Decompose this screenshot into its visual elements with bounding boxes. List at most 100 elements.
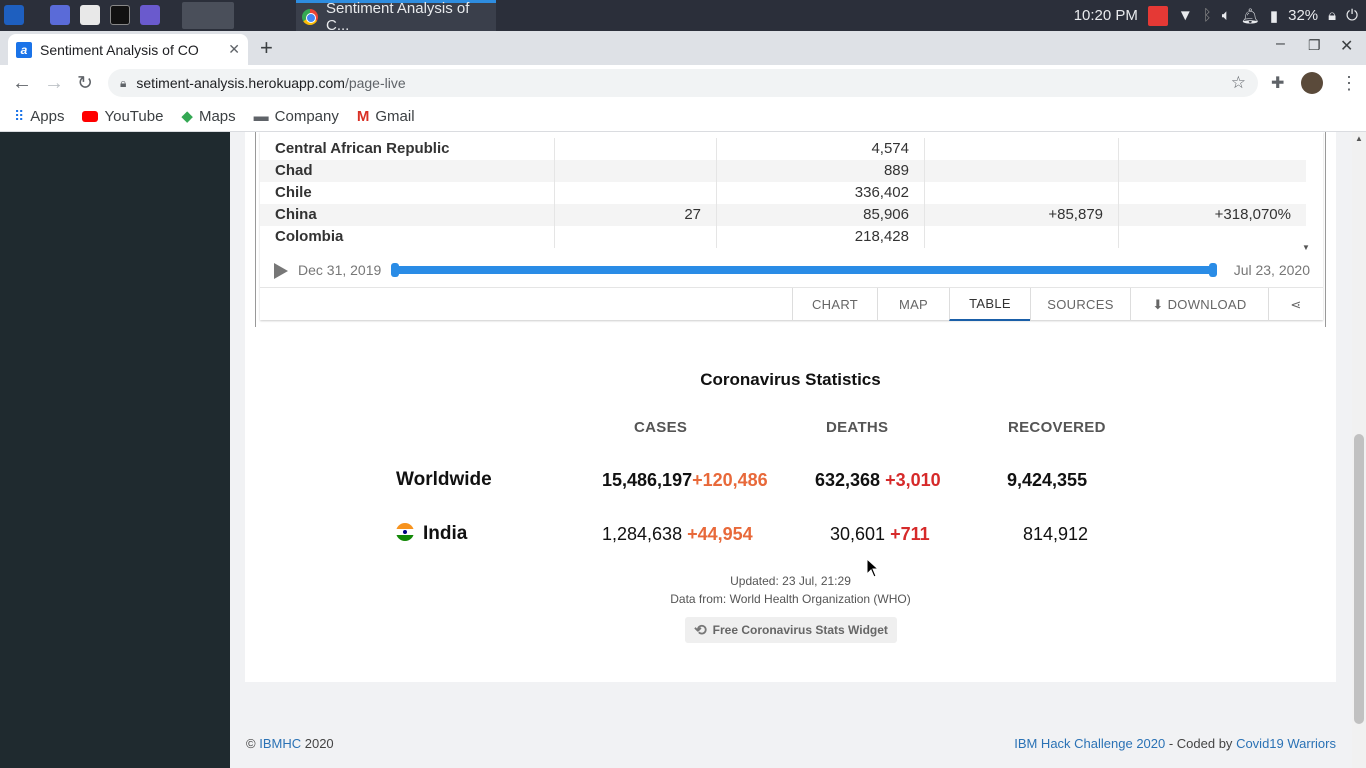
value-cell: 27 (555, 204, 717, 226)
terminal-icon[interactable] (110, 5, 130, 25)
tab-sources[interactable]: SOURCES (1030, 288, 1130, 321)
india-deaths: 30,601 +711 (830, 524, 930, 544)
bookmark-star-icon[interactable]: ☆ (1231, 73, 1246, 93)
anydesk-icon[interactable] (1147, 5, 1168, 26)
bluetooth-icon[interactable]: ᛒ (1203, 7, 1212, 24)
taskbar-window-title: Sentiment Analysis of C... (326, 0, 470, 34)
scrollbar-thumb[interactable] (1354, 434, 1364, 724)
team-link[interactable]: Covid19 Warriors (1236, 736, 1336, 751)
worldwide-deaths: 632,368 +3,010 (815, 470, 941, 490)
table-row: China 27 85,906 +85,879 +318,070% (260, 204, 1306, 226)
table-row: Central African Republic 4,574 (260, 138, 1306, 160)
scroll-down-icon[interactable]: ▼ (1302, 243, 1310, 252)
main-content: Central African Republic 4,574 Chad 889 (230, 132, 1352, 768)
timeline-start-handle[interactable] (391, 263, 399, 277)
mouse-cursor-icon (866, 558, 880, 578)
tab-map[interactable]: MAP (877, 288, 949, 321)
value-cell (925, 226, 1119, 248)
country-cell: Central African Republic (260, 138, 555, 160)
country-cell: Chile (260, 182, 555, 204)
value-cell (555, 138, 717, 160)
play-icon[interactable] (274, 263, 288, 279)
page-scrollbar[interactable]: ▲ (1352, 132, 1366, 768)
value-cell (925, 138, 1119, 160)
minimize-button[interactable]: – (1276, 35, 1285, 53)
worldwide-cases: 15,486,197+120,486 (602, 470, 768, 490)
value-cell: 85,906 (717, 204, 925, 226)
youtube-icon (82, 110, 99, 122)
chrome-launcher-icon[interactable] (182, 2, 234, 29)
browser-tab[interactable]: a Sentiment Analysis of CO ✕ (8, 34, 248, 65)
system-tray: 10:20 PM ▼ ᛒ 🔈︎ 🔔︎ ▮ 32% 🔒︎ ⏻ (1074, 0, 1366, 31)
notifications-icon[interactable]: 🔔︎ (1241, 7, 1260, 25)
owid-chart: Central African Republic 4,574 Chad 889 (260, 132, 1323, 321)
page-viewport: Central African Republic 4,574 Chad 889 (0, 132, 1366, 768)
taskbar-window-chrome[interactable]: Sentiment Analysis of C... (296, 0, 496, 34)
kali-menu-icon[interactable] (4, 5, 24, 25)
share-button[interactable]: ⋖ (1268, 288, 1323, 321)
reload-button[interactable]: ↻ (77, 72, 93, 95)
worldwide-label: Worldwide (396, 469, 492, 490)
value-cell: 336,402 (717, 182, 925, 204)
footer-credits: IBM Hack Challenge 2020 - Coded by Covid… (1014, 736, 1336, 751)
data-table[interactable]: Central African Republic 4,574 Chad 889 (260, 132, 1312, 254)
bookmark-youtube[interactable]: YouTube (82, 108, 163, 125)
power-icon[interactable]: ⏻ (1346, 7, 1358, 24)
forward-button[interactable]: → (44, 72, 64, 95)
value-cell (555, 226, 717, 248)
browser-toolbar: ← → ↻ 🔒︎ setiment-analysis.herokuapp.com… (0, 65, 1366, 101)
hack-challenge-link[interactable]: IBM Hack Challenge 2020 (1014, 736, 1165, 751)
tab-strip: a Sentiment Analysis of CO ✕ + – ❐ ✕ (0, 31, 1366, 65)
menu-icon[interactable]: ⋮ (1340, 73, 1358, 94)
url-path: /page-live (344, 75, 406, 91)
file-manager-icon[interactable] (80, 5, 100, 25)
value-cell (1119, 182, 1306, 204)
bookmark-apps[interactable]: ⠿ Apps (14, 108, 64, 125)
india-label: India (396, 523, 467, 545)
extensions-icon[interactable]: ✚ (1271, 73, 1284, 93)
profile-avatar[interactable] (1301, 72, 1323, 94)
timeline-end-label: Jul 23, 2020 (1233, 262, 1310, 278)
maps-icon: ◆ (181, 108, 193, 125)
apps-grid-icon: ⠿ (14, 107, 25, 124)
free-widget-button[interactable]: ⟲ Free Coronavirus Stats Widget (685, 617, 897, 643)
timeline-end-handle[interactable] (1209, 263, 1217, 277)
address-bar[interactable]: 🔒︎ setiment-analysis.herokuapp.com/page-… (108, 69, 1258, 97)
battery-level: 32% (1288, 7, 1319, 24)
clock[interactable]: 10:20 PM (1074, 7, 1138, 24)
table-scrollbar[interactable]: ▼ (1300, 132, 1312, 254)
lock-icon[interactable]: 🔒︎ (1328, 7, 1336, 24)
download-button[interactable]: ⬇ DOWNLOAD (1130, 288, 1268, 321)
value-cell: 218,428 (717, 226, 925, 248)
ibmhc-link[interactable]: IBMHC (259, 736, 301, 751)
tab-table[interactable]: TABLE (949, 288, 1030, 321)
timeline-slider[interactable] (391, 263, 1217, 277)
value-cell: +318,070% (1214, 206, 1291, 223)
close-tab-icon[interactable]: ✕ (228, 41, 240, 58)
header-cases: CASES (634, 419, 688, 436)
value-cell (555, 160, 717, 182)
new-tab-button[interactable]: + (260, 35, 273, 61)
wifi-icon[interactable]: ▼ (1178, 7, 1193, 24)
table-row: Chile 336,402 (260, 182, 1306, 204)
updated-text: Updated: 23 Jul, 21:29 (730, 574, 851, 588)
owid-embed-frame: Central African Republic 4,574 Chad 889 (255, 132, 1326, 327)
table-row: Chad 889 (260, 160, 1306, 182)
volume-icon[interactable]: 🔈︎ (1222, 7, 1231, 24)
bookmark-gmail[interactable]: M Gmail (357, 108, 415, 125)
bookmark-maps[interactable]: ◆ Maps (181, 107, 235, 126)
country-cell: Chad (260, 160, 555, 182)
workspace-icon[interactable] (50, 5, 70, 25)
screen-recorder-icon[interactable] (140, 5, 160, 25)
header-recovered: RECOVERED (1008, 419, 1106, 436)
tab-chart[interactable]: CHART (792, 288, 877, 321)
gmail-icon: M (356, 107, 370, 125)
back-button[interactable]: ← (12, 72, 32, 95)
maximize-button[interactable]: ❐ (1308, 37, 1321, 54)
battery-icon[interactable]: ▮ (1270, 7, 1278, 25)
lock-icon[interactable]: 🔒︎ (120, 76, 126, 91)
value-cell (925, 160, 1119, 182)
close-window-button[interactable]: ✕ (1340, 36, 1353, 56)
bookmark-company[interactable]: ▬ Company (254, 108, 339, 125)
scroll-up-icon[interactable]: ▲ (1355, 134, 1363, 143)
